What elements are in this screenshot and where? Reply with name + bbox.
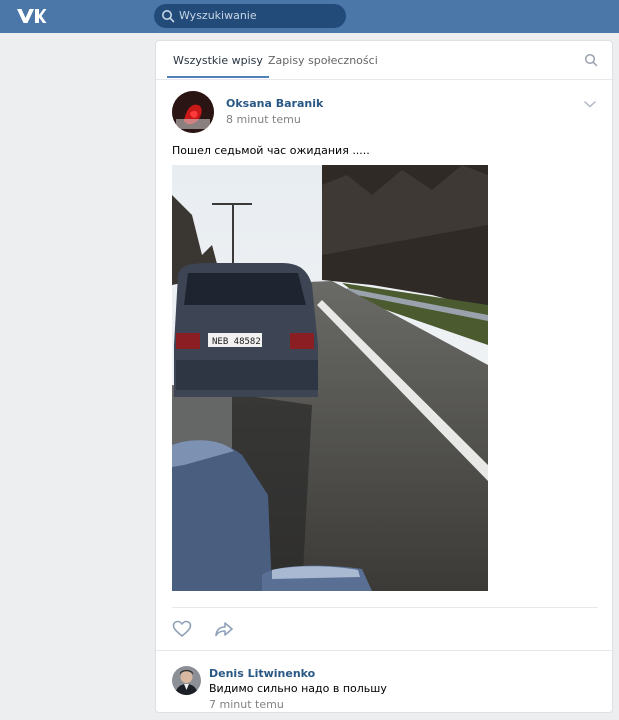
post-text: Пошел седьмой час ожидания ..... <box>172 144 370 157</box>
avatar[interactable] <box>172 91 214 133</box>
comment-text: Видимо сильно надо в польшу <box>209 682 387 695</box>
search-input[interactable]: Wyszukiwanie <box>154 4 346 28</box>
share-icon[interactable] <box>214 620 234 638</box>
comments-divider <box>156 650 614 651</box>
heart-icon[interactable] <box>172 620 192 638</box>
tab-all-posts[interactable]: Wszystkie wpisy <box>167 54 269 78</box>
active-tab-underline <box>167 76 269 78</box>
search-icon[interactable] <box>584 53 598 67</box>
tab-community-posts[interactable]: Zapisy społeczności <box>268 54 378 67</box>
chevron-down-icon[interactable] <box>583 99 597 109</box>
post-time[interactable]: 8 minut temu <box>226 113 301 126</box>
comment-time[interactable]: 7 minut temu <box>209 698 284 711</box>
search-icon <box>162 10 175 23</box>
search-placeholder: Wyszukiwanie <box>179 9 257 22</box>
commenter-avatar[interactable] <box>172 666 201 695</box>
top-bar: Wyszukiwanie <box>0 0 619 33</box>
comment-author[interactable]: Denis Litwinenko <box>209 667 315 680</box>
post-author[interactable]: Oksana Baranik <box>226 97 323 110</box>
vk-logo-icon[interactable] <box>15 5 47 27</box>
feed-card: Wszystkie wpisy Zapisy społeczności Oksa… <box>155 40 614 713</box>
tab-community-posts-label: Zapisy społeczności <box>268 54 378 67</box>
tab-all-posts-label: Wszystkie wpisy <box>173 54 263 67</box>
post-photo[interactable]: NEB 48582 <box>172 165 488 591</box>
divider <box>172 607 598 608</box>
license-plate: NEB 48582 <box>212 337 261 347</box>
feed-tabs: Wszystkie wpisy Zapisy społeczności <box>156 41 614 80</box>
